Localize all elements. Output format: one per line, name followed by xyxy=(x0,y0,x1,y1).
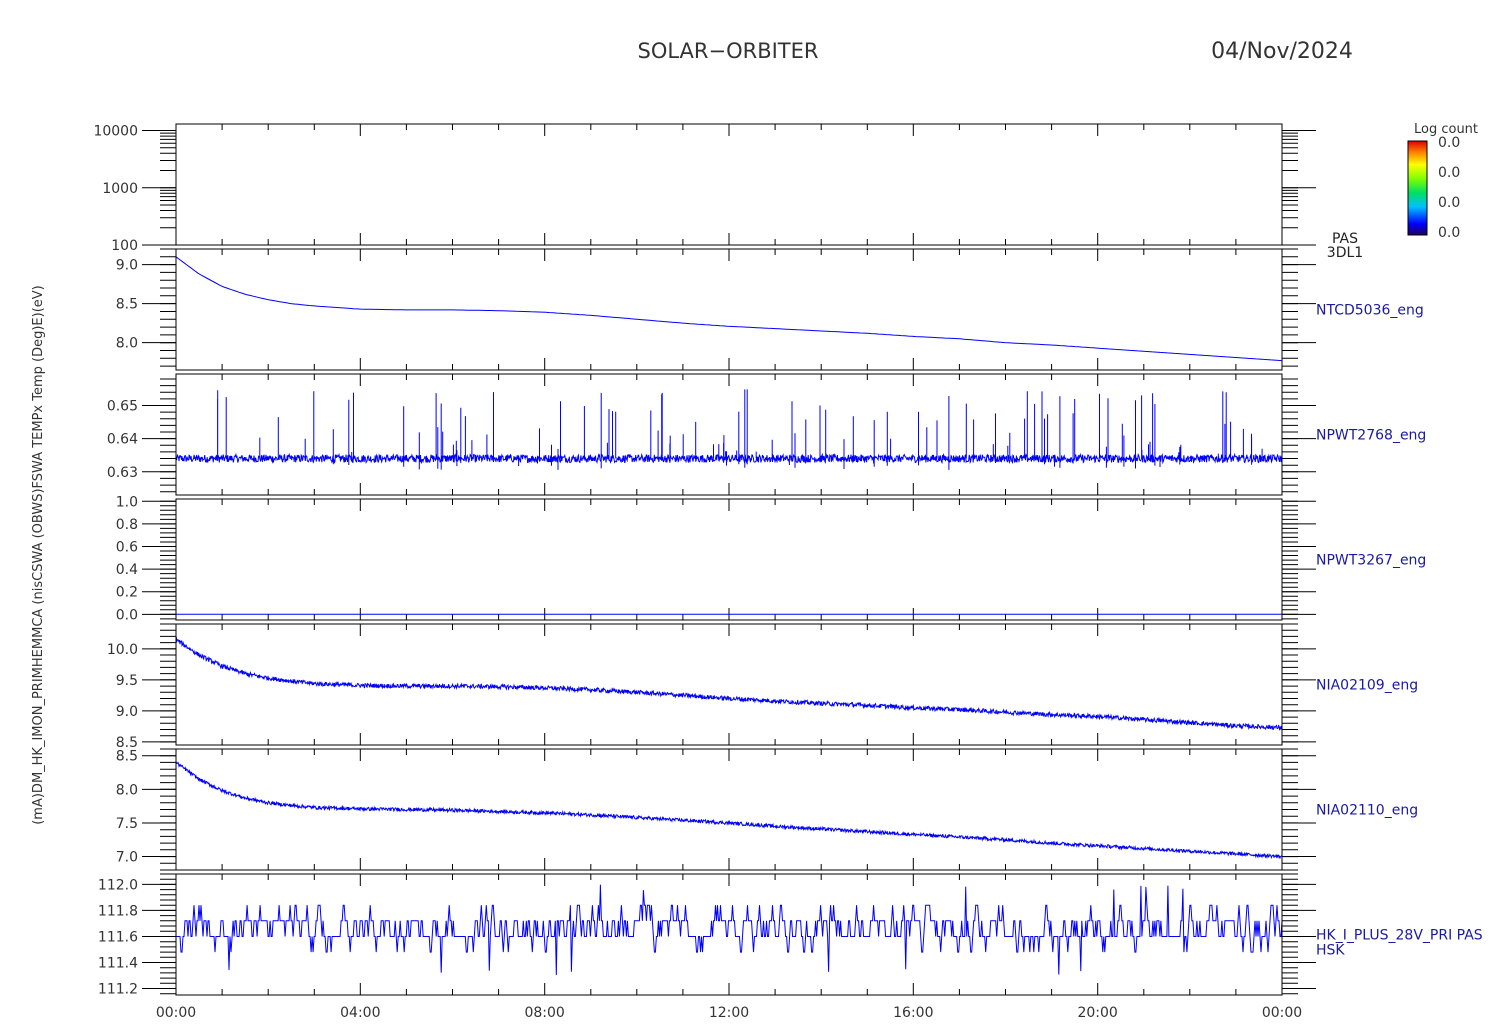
panel-label: NIA02109_eng xyxy=(1316,678,1418,694)
y-tick-label: 112.0 xyxy=(98,877,138,893)
y-minor-ticks xyxy=(160,500,1298,620)
y-tick-label: 111.2 xyxy=(98,981,138,997)
x-minor-ticks xyxy=(175,749,1283,870)
x-minor-ticks xyxy=(175,374,1283,495)
x-tick-label: 00:00 xyxy=(156,1005,196,1020)
y-tick-label: 0.65 xyxy=(107,398,138,414)
x-tick-label: 16:00 xyxy=(893,1005,933,1020)
y-tick-label: 1000 xyxy=(102,181,138,197)
x-minor-ticks xyxy=(175,874,1283,995)
panel-label: NTCD5036_eng xyxy=(1316,303,1424,319)
time-axis: 00:00 04:00 08:00 12:00 16:00 20:00 00:00 xyxy=(156,1005,1302,1021)
series-trace xyxy=(175,636,1282,732)
y-tick-label: 100 xyxy=(111,238,138,254)
panel-label: NIA02110_eng xyxy=(1316,803,1418,819)
y-tick-label: 8.0 xyxy=(116,782,138,798)
panel-frame xyxy=(175,873,1283,996)
y-tick-label: 7.5 xyxy=(116,816,138,832)
x-minor-ticks xyxy=(175,124,1283,245)
y-minor-ticks xyxy=(160,378,1298,493)
y-tick-label: 9.5 xyxy=(116,673,138,689)
panel-stack: 100100010000PAS3DL18.08.59.0NTCD5036_eng… xyxy=(93,123,1483,997)
y-tick-label: 111.8 xyxy=(98,903,138,919)
plot-title: SOLAR−ORBITER xyxy=(637,39,818,63)
panel-3: 0.0 0.2 0.4 0.6 0.8 1.0 NPWT3267_eng xyxy=(116,494,1427,623)
panel-label: HK_I_PLUS_28V_PRI PAS xyxy=(1316,928,1483,944)
y-tick-label: 10.0 xyxy=(107,642,138,658)
series-trace xyxy=(175,256,1283,362)
y-tick-label: 9.0 xyxy=(116,704,138,720)
x-tick-label: 00:00 xyxy=(1262,1005,1302,1020)
x-tick-label: 04:00 xyxy=(340,1005,380,1020)
panel-frame xyxy=(175,123,1283,246)
panel-label: HSK xyxy=(1316,943,1345,959)
quicklook-plot: SOLAR−ORBITER 04/Nov/2024 (mA)DM_HK_IMON… xyxy=(0,0,1512,1021)
panel-frame xyxy=(175,498,1283,621)
panel-6: 111.2 111.4 111.6 111.8 112.0 HK_I_PLUS_28V_P… xyxy=(98,873,1483,997)
panel-0: 100100010000PAS3DL1 xyxy=(93,123,1363,261)
panel-label: 3DL1 xyxy=(1327,245,1363,261)
series-trace xyxy=(176,884,1283,976)
colorbar-tick: 0.0 xyxy=(1438,225,1460,241)
colorbar-tick: 0.0 xyxy=(1438,135,1460,151)
panel-1: 8.0 8.5 9.0 NTCD5036_eng xyxy=(116,248,1424,371)
left-axis-label: (mA)DM_HK_IMON_PRIMHEMMCA (nisCSWA (OBWS… xyxy=(31,285,46,825)
y-tick-label: 0.2 xyxy=(116,585,138,601)
y-tick-label: 9.0 xyxy=(116,258,138,274)
y-tick-label: 111.6 xyxy=(98,929,138,945)
x-tick-label: 20:00 xyxy=(1077,1005,1117,1020)
x-tick-label: 08:00 xyxy=(524,1005,564,1020)
panel-4: 8.59.09.510.0NIA02109_eng xyxy=(107,623,1418,751)
y-tick-label: 8.0 xyxy=(116,336,138,352)
y-tick-label: 111.4 xyxy=(98,955,138,971)
y-minor-ticks xyxy=(160,130,1298,246)
y-tick-label: 0.6 xyxy=(116,539,138,555)
panel-label: NPWT2768_eng xyxy=(1316,428,1426,444)
y-tick-label: 1.0 xyxy=(116,494,138,510)
series-trace xyxy=(175,761,1283,860)
y-minor-ticks xyxy=(160,748,1298,871)
plot-date: 04/Nov/2024 xyxy=(1211,39,1353,64)
y-tick-label: 0.4 xyxy=(116,562,138,578)
x-minor-ticks xyxy=(175,249,1283,370)
y-tick-label: 0.0 xyxy=(116,607,138,623)
panel-5: 7.0 7.5 8.0 8.5 NIA02110_eng xyxy=(116,748,1418,871)
panel-label: NPWT3267_eng xyxy=(1316,553,1426,569)
plot-canvas: SOLAR−ORBITER 04/Nov/2024 (mA)DM_HK_IMON… xyxy=(31,39,1483,1021)
panel-frame xyxy=(175,373,1283,496)
colorbar-gradient xyxy=(1407,140,1428,236)
panel-2: 0.63 0.64 0.65 NPWT2768_eng xyxy=(107,373,1426,496)
y-tick-label: 0.8 xyxy=(116,517,138,533)
y-tick-label: 0.64 xyxy=(107,432,138,448)
series-trace xyxy=(175,389,1283,470)
colorbar-tick: 0.0 xyxy=(1438,195,1460,211)
y-tick-label: 8.5 xyxy=(116,297,138,313)
y-tick-label: 10000 xyxy=(93,124,138,140)
y-minor-ticks xyxy=(160,623,1298,743)
colorbar: Log count 0.0 0.0 0.0 0.0 xyxy=(1407,122,1478,241)
colorbar-tick: 0.0 xyxy=(1438,165,1460,181)
y-tick-label: 7.0 xyxy=(116,850,138,866)
panel-frame xyxy=(175,748,1283,871)
y-tick-label: 8.5 xyxy=(116,749,138,765)
y-tick-label: 0.63 xyxy=(107,465,138,481)
x-minor-ticks xyxy=(175,499,1283,620)
x-tick-label: 12:00 xyxy=(709,1005,749,1020)
panel-frame xyxy=(175,248,1283,371)
